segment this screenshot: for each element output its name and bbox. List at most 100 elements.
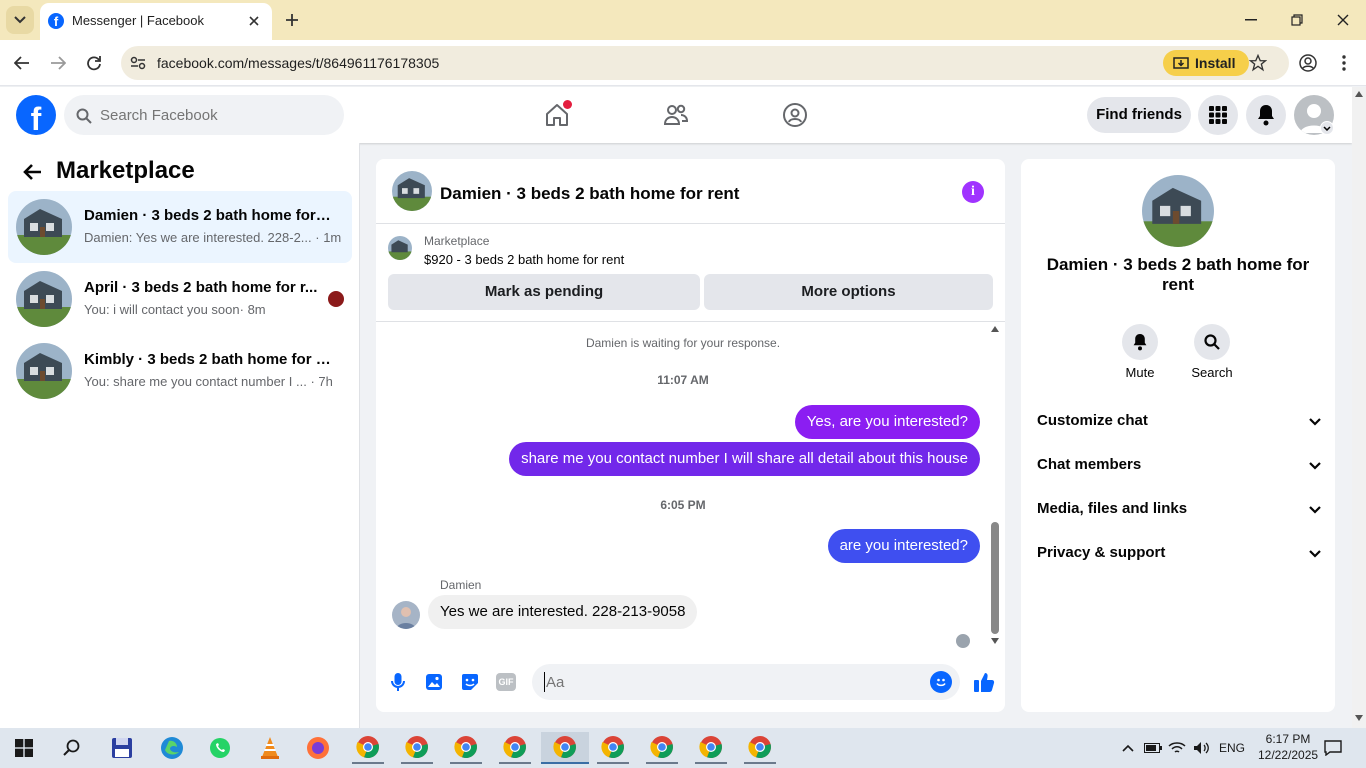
media-files-links-section[interactable]: Media, files and links bbox=[1037, 500, 1321, 524]
minimize-window-button[interactable] bbox=[1236, 8, 1266, 32]
chevron-down-icon bbox=[1309, 418, 1321, 426]
install-icon bbox=[1173, 57, 1189, 69]
chrome-profile-2-icon[interactable] bbox=[401, 732, 433, 764]
info-avatar[interactable] bbox=[1142, 175, 1214, 247]
start-windows-icon[interactable] bbox=[8, 732, 40, 764]
chrome-profile-8-icon[interactable] bbox=[695, 732, 727, 764]
listing-thumbnail bbox=[388, 236, 412, 260]
input-language[interactable]: ENG bbox=[1219, 741, 1245, 755]
site-settings-icon[interactable] bbox=[127, 52, 149, 74]
facebook-logo-icon[interactable]: f bbox=[16, 95, 56, 137]
forward-button[interactable] bbox=[44, 50, 72, 76]
chrome-profile-6-icon[interactable] bbox=[597, 732, 629, 764]
vlc-icon[interactable] bbox=[254, 732, 286, 764]
taskbar-search-icon[interactable] bbox=[56, 732, 88, 764]
gif-icon[interactable]: GIF bbox=[494, 670, 518, 694]
account-chevron-icon[interactable] bbox=[1320, 121, 1334, 135]
friends-nav-icon[interactable] bbox=[654, 93, 698, 137]
back-arrow-icon[interactable] bbox=[16, 157, 48, 187]
back-button[interactable] bbox=[8, 50, 36, 76]
tab-search-button[interactable] bbox=[6, 6, 34, 34]
emoji-icon[interactable] bbox=[930, 671, 952, 693]
customize-chat-section[interactable]: Customize chat bbox=[1037, 412, 1321, 436]
outgoing-message[interactable]: are you interested? bbox=[827, 529, 980, 563]
scrollbar-thumb[interactable] bbox=[991, 522, 999, 634]
find-friends-button[interactable]: Find friends bbox=[1087, 97, 1191, 133]
info-title: Damien · 3 beds 2 bath home for rent bbox=[1046, 255, 1310, 294]
battery-icon[interactable] bbox=[1142, 738, 1164, 758]
outgoing-message[interactable]: share me you contact number I will share… bbox=[509, 442, 980, 476]
chat-header-avatar[interactable] bbox=[392, 171, 432, 211]
arrow-left-icon bbox=[14, 56, 29, 70]
microphone-icon[interactable] bbox=[386, 670, 410, 694]
more-options-label: More options bbox=[801, 283, 896, 300]
notification-center-icon[interactable] bbox=[1322, 736, 1344, 760]
search-label: Search bbox=[1191, 365, 1233, 380]
chrome-profile-7-icon[interactable] bbox=[646, 732, 678, 764]
wifi-icon[interactable] bbox=[1166, 738, 1188, 758]
info-icon[interactable]: i bbox=[962, 181, 984, 203]
header-divider bbox=[376, 223, 1005, 224]
conversation-item-april[interactable]: April · 3 beds 2 bath home for r... You:… bbox=[8, 263, 352, 335]
find-friends-label: Find friends bbox=[1096, 106, 1182, 123]
browser-tab[interactable]: f Messenger | Facebook bbox=[40, 3, 272, 40]
chrome-profile-4-icon[interactable] bbox=[499, 732, 531, 764]
close-tab-icon[interactable] bbox=[244, 11, 264, 31]
outgoing-message[interactable]: Yes, are you interested? bbox=[794, 405, 980, 439]
chevron-down-icon bbox=[1309, 550, 1321, 558]
message-input[interactable] bbox=[544, 672, 904, 692]
timestamp: 11:07 AM bbox=[657, 373, 709, 387]
conversation-info-panel: Damien · 3 beds 2 bath home for rent Mut… bbox=[1021, 159, 1335, 712]
privacy-support-section[interactable]: Privacy & support bbox=[1037, 544, 1321, 568]
mute-bell-icon[interactable] bbox=[1122, 324, 1158, 360]
listing-summary[interactable]: $920 - 3 beds 2 bath home for rent bbox=[424, 252, 624, 267]
address-bar[interactable]: facebook.com/messages/t/864961176178305 … bbox=[121, 46, 1289, 80]
conversation-name: April · 3 beds 2 bath home for r... bbox=[84, 279, 318, 296]
install-label: Install bbox=[1195, 55, 1236, 71]
facebook-search-box[interactable] bbox=[64, 95, 344, 135]
mark-pending-button[interactable]: Mark as pending bbox=[388, 274, 700, 310]
mute-label: Mute bbox=[1125, 365, 1155, 380]
close-window-button[interactable] bbox=[1328, 8, 1358, 32]
listing-thumbnail bbox=[16, 343, 72, 399]
search-in-chat-icon[interactable] bbox=[1194, 324, 1230, 360]
facebook-header: f Find friends bbox=[0, 87, 1352, 143]
chat-header-title[interactable]: Damien · 3 beds 2 bath home for rent bbox=[440, 184, 739, 204]
save-app-icon[interactable] bbox=[106, 732, 138, 764]
conversation-item-damien[interactable]: Damien · 3 beds 2 bath home for r... Dam… bbox=[8, 191, 352, 263]
groups-nav-icon[interactable] bbox=[773, 93, 817, 137]
install-app-button[interactable]: Install bbox=[1163, 50, 1249, 76]
chat-scrollbar[interactable] bbox=[989, 322, 1001, 652]
page-scrollbar[interactable] bbox=[1352, 87, 1366, 728]
conversation-item-kimbly[interactable]: Kimbly · 3 beds 2 bath home for re... Yo… bbox=[8, 335, 352, 407]
photo-attach-icon[interactable] bbox=[422, 670, 446, 694]
tray-overflow-chevron-icon[interactable] bbox=[1118, 738, 1138, 758]
facebook-search-input[interactable] bbox=[100, 105, 330, 125]
home-nav-icon[interactable] bbox=[535, 93, 579, 137]
firefox-icon[interactable] bbox=[302, 732, 334, 764]
listing-source: Marketplace bbox=[424, 234, 490, 248]
chrome-profile-3-icon[interactable] bbox=[450, 732, 482, 764]
edge-browser-icon[interactable] bbox=[156, 732, 188, 764]
more-options-button[interactable]: More options bbox=[704, 274, 993, 310]
message-composer[interactable] bbox=[532, 664, 960, 700]
clock[interactable]: 6:17 PM 12/22/2025 bbox=[1258, 731, 1318, 763]
sender-avatar[interactable] bbox=[392, 601, 420, 629]
volume-icon[interactable] bbox=[1190, 738, 1212, 758]
browser-menu-icon[interactable] bbox=[1332, 51, 1356, 75]
whatsapp-icon[interactable] bbox=[204, 732, 236, 764]
notifications-bell-icon[interactable] bbox=[1246, 95, 1286, 135]
menu-grid-icon[interactable] bbox=[1198, 95, 1238, 135]
new-tab-button[interactable] bbox=[280, 8, 304, 32]
bookmark-star-icon[interactable] bbox=[1247, 52, 1269, 74]
reload-button[interactable] bbox=[80, 50, 108, 76]
chrome-profile-9-icon[interactable] bbox=[744, 732, 776, 764]
chrome-profile-1-icon[interactable] bbox=[352, 732, 384, 764]
thumbs-up-icon[interactable] bbox=[970, 668, 998, 696]
restore-window-button[interactable] bbox=[1282, 8, 1312, 32]
sticker-icon[interactable] bbox=[458, 670, 482, 694]
chrome-active-icon[interactable] bbox=[541, 732, 589, 764]
incoming-message[interactable]: Yes we are interested. 228-213-9058 bbox=[428, 595, 698, 629]
chat-members-section[interactable]: Chat members bbox=[1037, 456, 1321, 480]
profile-icon[interactable] bbox=[1296, 51, 1320, 75]
